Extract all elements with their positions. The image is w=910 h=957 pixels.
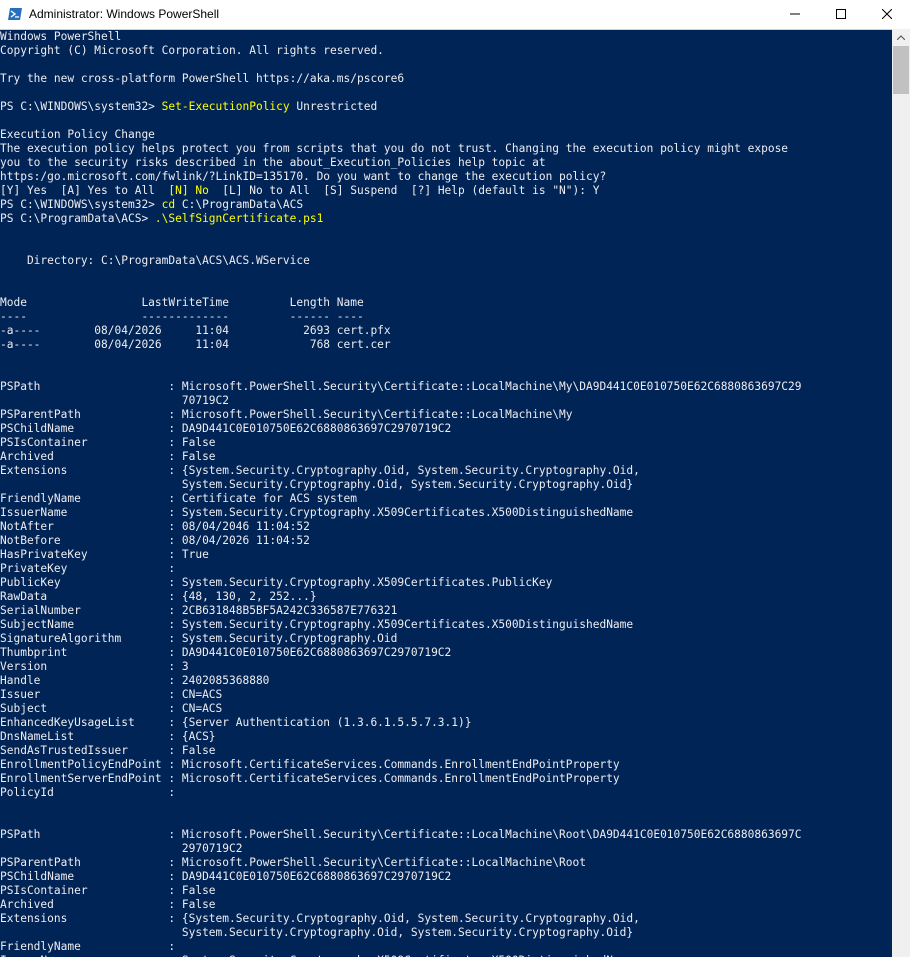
command-text: .\SelfSignCertificate.ps1 [154, 212, 324, 225]
close-button[interactable] [864, 0, 910, 29]
console-line: SerialNumber : 2CB631848B5BF5A242C336587… [0, 604, 398, 617]
console-line: PSParentPath : Microsoft.PowerShell.Secu… [0, 408, 573, 421]
minimize-button[interactable] [772, 0, 818, 29]
scroll-up-button[interactable] [892, 29, 910, 46]
console-line: System.Security.Cryptography.Oid, System… [0, 926, 634, 939]
console-line: Windows PowerShell [0, 30, 122, 43]
chevron-up-icon [897, 35, 905, 40]
console-line: PSIsContainer : False [0, 884, 216, 897]
default-choice-text: [N] No [168, 184, 209, 197]
choice-text: [L] No to All [S] Suspend [?] Help (defa… [208, 184, 600, 197]
console-line: you to the security risks described in t… [0, 156, 546, 169]
console-line: PSChildName : DA9D441C0E010750E62C688086… [0, 422, 452, 435]
console-line: Extensions : {System.Security.Cryptograp… [0, 912, 640, 925]
prompt-text: PS C:\WINDOWS\system32> [0, 198, 162, 211]
console-line: PS C:\WINDOWS\system32> Set-ExecutionPol… [0, 100, 377, 114]
console-line: PolicyId : [0, 786, 176, 799]
minimize-icon [790, 13, 800, 15]
console-line: DnsNameList : {ACS} [0, 730, 216, 743]
console-line: -a---- 08/04/2026 11:04 768 cert.cer [0, 338, 391, 351]
console-line: Issuer : CN=ACS [0, 688, 223, 701]
console-line: RawData : {48, 130, 2, 252...} [0, 590, 317, 603]
console-line: SendAsTrustedIssuer : False [0, 744, 216, 757]
console-line: SubjectName : System.Security.Cryptograp… [0, 618, 634, 631]
console-output[interactable]: Windows PowerShell Copyright (C) Microsof… [0, 29, 892, 957]
console-line: [Y] Yes [A] Yes to All [N] No [L] No to … [0, 184, 599, 198]
console-line: 2970719C2 [0, 842, 243, 855]
choice-text: [Y] Yes [A] Yes to All [0, 184, 169, 197]
console-line: EnrollmentServerEndPoint : Microsoft.Cer… [0, 772, 620, 785]
console-line: -a---- 08/04/2026 11:04 2693 cert.pfx [0, 324, 391, 337]
console-line: ---- ------------- ------ ---- [0, 310, 364, 323]
console-line: FriendlyName : [0, 940, 176, 953]
console-line: PSPath : Microsoft.PowerShell.Security\C… [0, 380, 802, 393]
window-title: Administrator: Windows PowerShell [29, 7, 220, 21]
console-line: The execution policy helps protect you f… [0, 142, 789, 155]
powershell-window: Administrator: Windows PowerShell Window… [0, 0, 910, 957]
scroll-thumb[interactable] [893, 46, 909, 94]
console-line: PS C:\ProgramData\ACS> .\SelfSignCertifi… [0, 212, 323, 226]
maximize-icon [836, 9, 846, 19]
console-line: FriendlyName : Certificate for ACS syste… [0, 492, 357, 505]
command-text: cd [161, 198, 176, 211]
console-line: PublicKey : System.Security.Cryptography… [0, 576, 553, 589]
command-argument: C:\ProgramData\ACS [175, 198, 304, 211]
title-bar[interactable]: Administrator: Windows PowerShell [0, 0, 910, 30]
console-line: EnhancedKeyUsageList : {Server Authentic… [0, 716, 472, 729]
console-line: Execution Policy Change [0, 128, 155, 141]
console-line: Try the new cross-platform PowerShell ht… [0, 72, 405, 85]
console-line: Directory: C:\ProgramData\ACS\ACS.WServi… [0, 254, 310, 267]
console-line: Extensions : {System.Security.Cryptograp… [0, 464, 640, 477]
console-line: Thumbprint : DA9D441C0E010750E62C6880863… [0, 646, 452, 659]
prompt-text: PS C:\ProgramData\ACS> [0, 212, 155, 225]
close-icon [882, 9, 892, 19]
console-line: PrivateKey : [0, 562, 176, 575]
prompt-text: PS C:\WINDOWS\system32> [0, 100, 162, 113]
console-line: PSIsContainer : False [0, 436, 216, 449]
maximize-button[interactable] [818, 0, 864, 29]
console-line: Copyright (C) Microsoft Corporation. All… [0, 44, 384, 57]
console-line: PS C:\WINDOWS\system32> cd C:\ProgramDat… [0, 198, 303, 212]
vertical-scrollbar[interactable] [892, 29, 910, 957]
console-line: https:/go.microsoft.com/fwlink/?LinkID=1… [0, 170, 607, 183]
console-line: PSPath : Microsoft.PowerShell.Security\C… [0, 828, 802, 841]
console-line: Archived : False [0, 450, 216, 463]
console-line: HasPrivateKey : True [0, 548, 209, 561]
console-line: IssuerName : System.Security.Cryptograph… [0, 506, 634, 519]
console-line: NotBefore : 08/04/2026 11:04:52 [0, 534, 310, 547]
console-line: Handle : 2402085368880 [0, 674, 270, 687]
command-argument: Unrestricted [289, 100, 378, 113]
console-line: PSChildName : DA9D441C0E010750E62C688086… [0, 870, 452, 883]
console-line: EnrollmentPolicyEndPoint : Microsoft.Cer… [0, 758, 620, 771]
console-line: Mode LastWriteTime Length Name [0, 296, 364, 309]
console-line: Archived : False [0, 898, 216, 911]
console-line: System.Security.Cryptography.Oid, System… [0, 478, 634, 491]
console-line: Subject : CN=ACS [0, 702, 223, 715]
console-line: PSParentPath : Microsoft.PowerShell.Secu… [0, 856, 586, 869]
powershell-icon [7, 6, 23, 22]
console-line: NotAfter : 08/04/2046 11:04:52 [0, 520, 310, 533]
console-line: SignatureAlgorithm : System.Security.Cry… [0, 632, 398, 645]
console-line: Version : 3 [0, 660, 189, 673]
command-text: Set-ExecutionPolicy [161, 100, 290, 113]
console-line: 70719C2 [0, 394, 230, 407]
